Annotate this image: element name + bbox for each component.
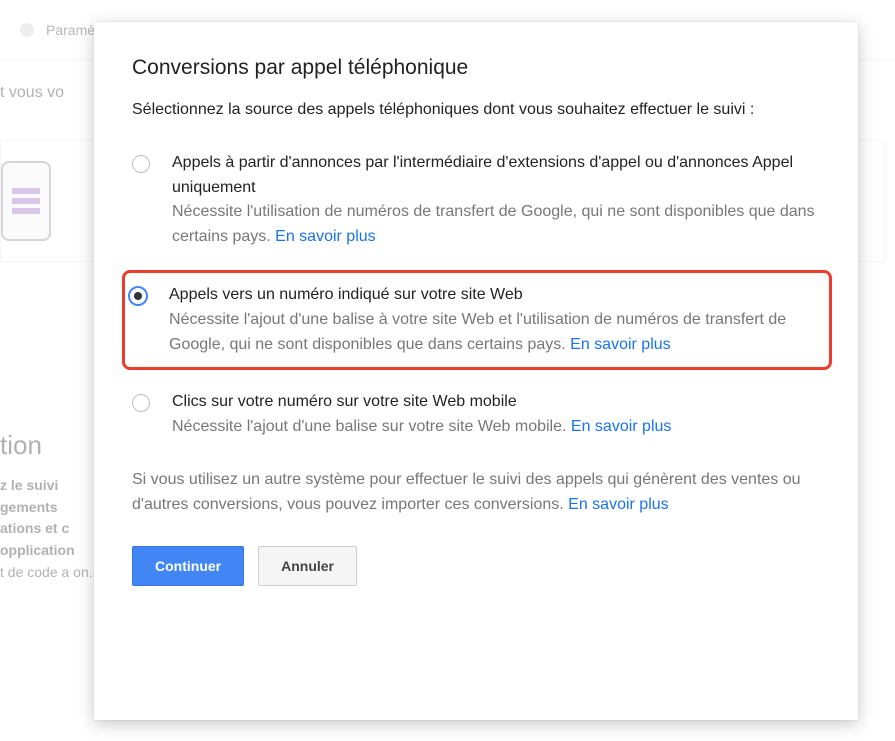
modal-buttons: Continuer Annuler	[132, 546, 820, 586]
cancel-button[interactable]: Annuler	[258, 546, 357, 586]
learn-more-import-link[interactable]: En savoir plus	[568, 496, 669, 513]
option-title: Clics sur votre numéro sur votre site We…	[172, 390, 671, 415]
phone-conversions-modal: Conversions par appel téléphonique Sélec…	[94, 22, 858, 720]
radio-call-from-ads[interactable]	[132, 155, 150, 173]
radio-clicks-on-mobile-number[interactable]	[132, 394, 150, 412]
radio-calls-to-website-number-selected[interactable]	[129, 287, 147, 305]
modal-footer-note: Si vous utilisez un autre système pour e…	[132, 468, 820, 518]
learn-more-link[interactable]: En savoir plus	[571, 418, 672, 435]
modal-overlay: Conversions par appel téléphonique Sélec…	[0, 0, 895, 741]
option-desc: Nécessite l'ajout d'une balise sur votre…	[172, 415, 671, 440]
option-desc: Nécessite l'ajout d'une balise à votre s…	[169, 308, 821, 358]
highlighted-option-box: Appels vers un numéro indiqué sur votre …	[122, 270, 832, 370]
option-call-from-ads[interactable]: Appels à partir d'annonces par l'intermé…	[132, 145, 820, 270]
option-clicks-on-mobile-number[interactable]: Clics sur votre numéro sur votre site We…	[132, 384, 820, 460]
learn-more-link[interactable]: En savoir plus	[275, 228, 376, 245]
option-title: Appels à partir d'annonces par l'intermé…	[172, 151, 820, 201]
option-calls-to-website-number[interactable]: Appels vers un numéro indiqué sur votre …	[129, 279, 821, 361]
option-desc: Nécessite l'utilisation de numéros de tr…	[172, 200, 820, 250]
continue-button[interactable]: Continuer	[132, 546, 244, 586]
learn-more-link[interactable]: En savoir plus	[570, 336, 671, 353]
modal-intro: Sélectionnez la source des appels téléph…	[132, 98, 820, 123]
option-title: Appels vers un numéro indiqué sur votre …	[169, 283, 821, 308]
modal-title: Conversions par appel téléphonique	[132, 56, 820, 80]
